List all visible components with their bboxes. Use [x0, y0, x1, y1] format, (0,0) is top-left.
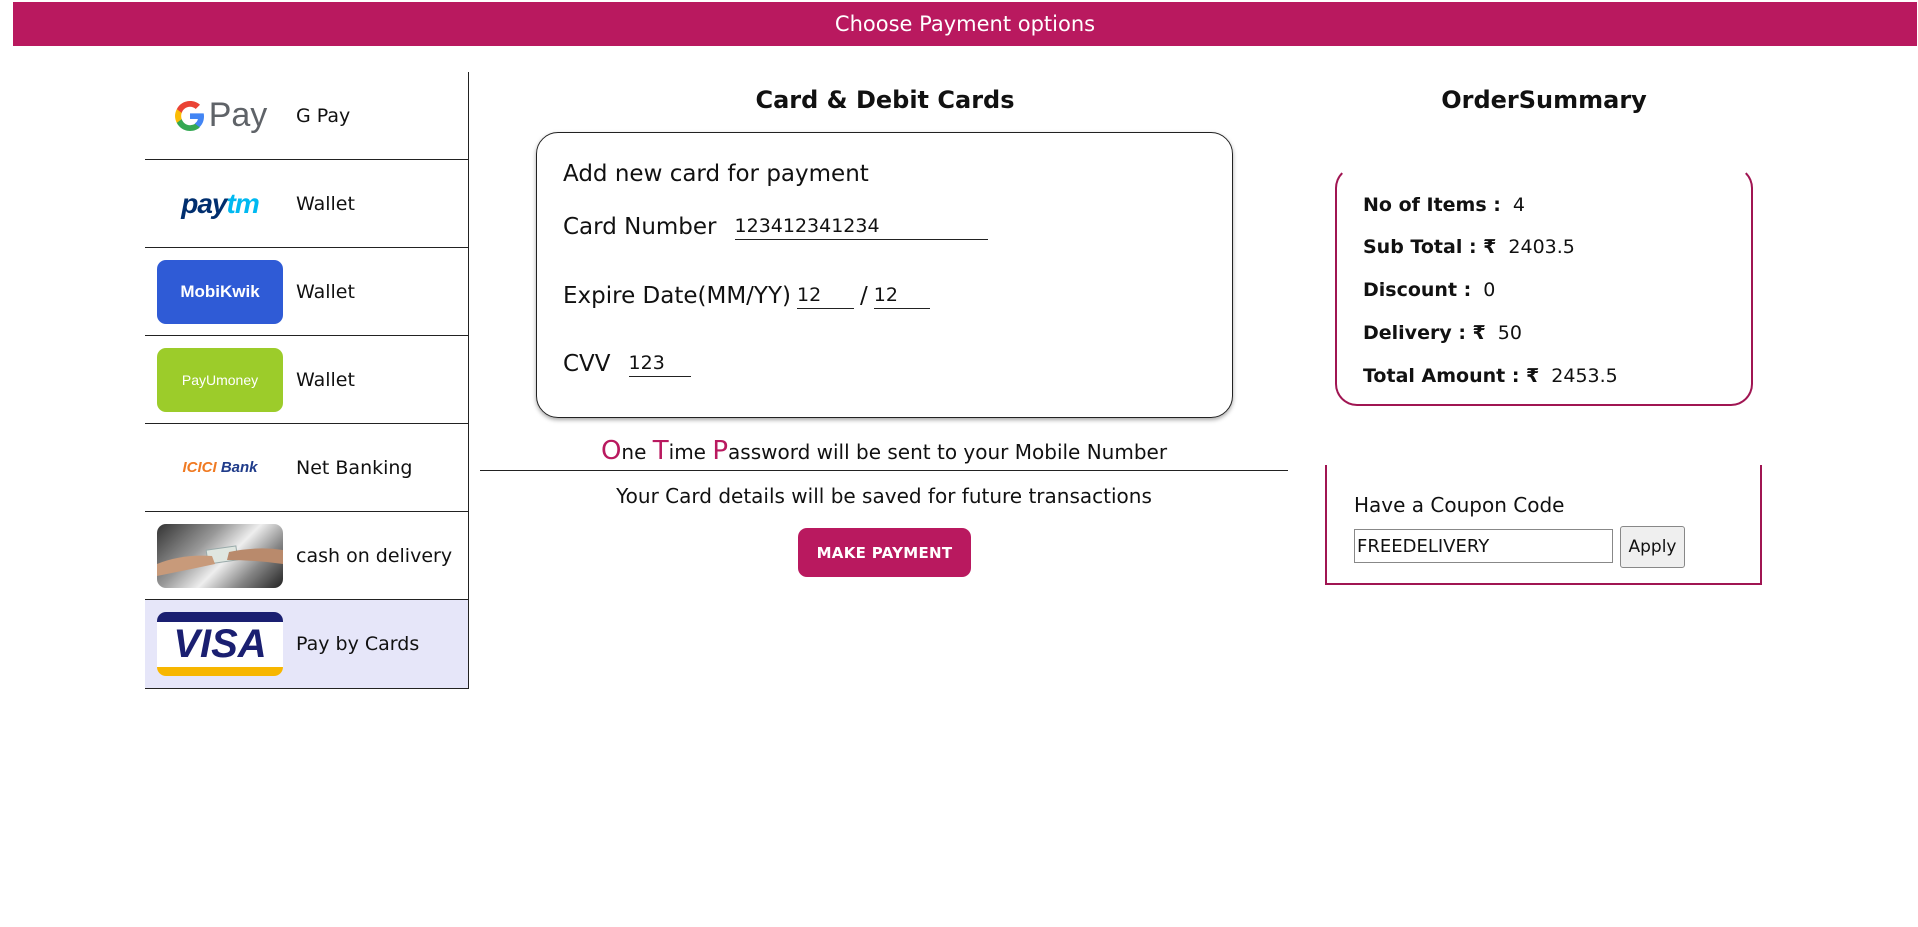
visa-logo: VISA	[157, 612, 283, 676]
cash-handover-image	[157, 523, 283, 588]
otp-accent-letter: O	[600, 436, 622, 466]
order-summary-title: OrderSummary	[1441, 86, 1647, 114]
payment-option-mobikwik[interactable]: MobiKwik Wallet	[145, 248, 468, 336]
expire-date-label: Expire Date(MM/YY)	[563, 283, 792, 309]
summary-subtotal-label: Sub Total : ₹	[1363, 236, 1497, 258]
payumoney-logo: PayUmoney	[157, 347, 283, 412]
gpay-logo-text: Pay	[208, 96, 268, 134]
otp-text: ne	[621, 440, 653, 464]
payment-options-sidebar: Pay G Pay paytm Wallet MobiKwik Wallet P…	[145, 72, 469, 689]
otp-notice: One Time Password will be sent to your M…	[480, 433, 1288, 471]
summary-delivery-value: 50	[1497, 322, 1522, 344]
card-section-title: Card & Debit Cards	[755, 86, 1015, 114]
apply-coupon-button[interactable]: Apply	[1620, 526, 1685, 568]
otp-text: ime	[668, 440, 713, 464]
expire-month-input[interactable]	[797, 284, 855, 309]
coupon-input[interactable]	[1354, 529, 1613, 563]
page-title: Choose Payment options	[834, 12, 1096, 36]
summary-items-value: 4	[1512, 194, 1525, 216]
visa-band-top	[157, 612, 283, 622]
cvv-label: CVV	[563, 351, 611, 377]
visa-band-bottom	[157, 666, 283, 676]
cvv-row: CVV	[563, 351, 691, 377]
payment-option-netbanking[interactable]: ICICI Bank Net Banking	[145, 424, 468, 512]
icici-logo: ICICI Bank	[157, 436, 283, 500]
paytm-logo: paytm	[157, 172, 283, 236]
summary-delivery-label: Delivery : ₹	[1363, 322, 1486, 344]
save-card-note: Your Card details will be saved for futu…	[616, 484, 1152, 508]
otp-accent-letter: P	[712, 436, 729, 466]
visa-logo-text: VISA	[173, 621, 267, 666]
expire-year-input[interactable]	[873, 284, 930, 309]
summary-discount-label: Discount :	[1363, 279, 1472, 301]
expire-date-row: Expire Date(MM/YY) /	[563, 283, 930, 309]
gpay-logo: Pay	[157, 84, 283, 148]
cvv-input[interactable]	[628, 352, 691, 377]
payumoney-logo-text: PayUmoney	[181, 371, 259, 388]
summary-subtotal-row: Sub Total : ₹ 2403.5	[1363, 236, 1575, 258]
payment-option-label: Wallet	[296, 192, 355, 215]
summary-total-row: Total Amount : ₹ 2453.5	[1363, 365, 1618, 387]
summary-discount-value: 0	[1483, 279, 1496, 301]
payment-option-label: cash on delivery	[296, 544, 453, 567]
summary-total-label: Total Amount : ₹	[1363, 365, 1540, 387]
card-number-input[interactable]	[734, 215, 988, 240]
card-number-row: Card Number	[563, 214, 988, 240]
mobikwik-logo-text: MobiKwik	[180, 281, 260, 301]
summary-items-row: No of Items : 4	[1363, 194, 1525, 216]
coupon-box: Have a Coupon Code Apply	[1325, 465, 1762, 585]
otp-accent-letter: T	[652, 436, 669, 466]
expire-separator: /	[860, 283, 868, 309]
google-g-icon	[174, 100, 204, 131]
summary-items-label: No of Items :	[1363, 194, 1501, 216]
payment-option-cod[interactable]: cash on delivery	[145, 512, 468, 600]
hands-cash-icon	[157, 544, 283, 576]
payment-option-label: Wallet	[296, 368, 355, 391]
card-form-heading: Add new card for payment	[563, 161, 869, 187]
icici-logo-text: ICICI Bank	[182, 459, 258, 476]
page-header: Choose Payment options	[13, 2, 1917, 46]
summary-total-value: 2453.5	[1551, 365, 1618, 387]
order-summary-box: No of Items : 4 Sub Total : ₹ 2403.5 Disco…	[1335, 166, 1753, 406]
payment-option-label: Net Banking	[296, 456, 413, 479]
summary-subtotal-value: 2403.5	[1508, 236, 1575, 258]
payment-option-payumoney[interactable]: PayUmoney Wallet	[145, 336, 468, 424]
summary-delivery-row: Delivery : ₹ 50	[1363, 322, 1522, 344]
payment-option-label: Pay by Cards	[296, 633, 420, 655]
make-payment-button[interactable]: MAKE PAYMENT	[798, 528, 971, 577]
summary-discount-row: Discount : 0	[1363, 279, 1495, 301]
coupon-label: Have a Coupon Code	[1354, 493, 1565, 517]
payment-option-label: G Pay	[296, 104, 351, 127]
card-form: Add new card for payment Card Number Exp…	[536, 132, 1233, 418]
payment-option-label: Wallet	[296, 280, 355, 303]
payment-option-gpay[interactable]: Pay G Pay	[145, 72, 468, 160]
paytm-logo-text: paytm	[181, 187, 259, 219]
payment-option-paytm[interactable]: paytm Wallet	[145, 160, 468, 248]
mobikwik-logo: MobiKwik	[157, 259, 283, 324]
payment-option-cards[interactable]: VISA Pay by Cards	[145, 600, 468, 689]
card-number-label: Card Number	[563, 214, 717, 240]
otp-text: assword will be sent to your Mobile Numb…	[728, 440, 1168, 464]
